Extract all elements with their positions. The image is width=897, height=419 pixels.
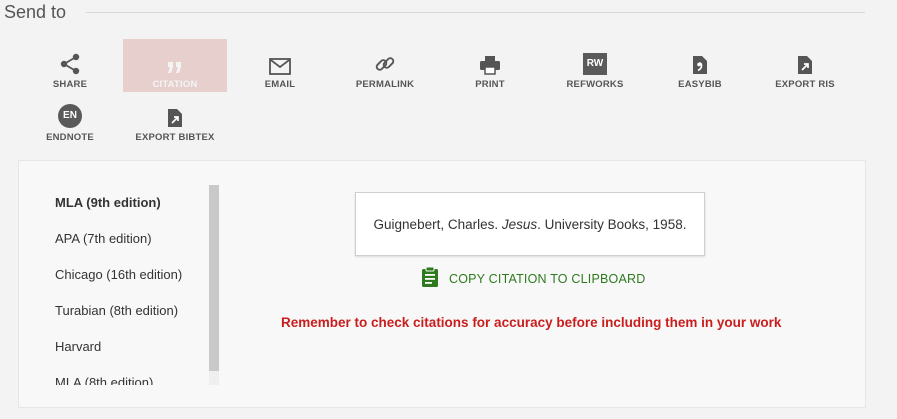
style-item-harvard[interactable]: Harvard (55, 339, 101, 354)
envelope-icon (269, 47, 291, 75)
refworks-label: REFWORKS (566, 79, 624, 90)
share-icon (59, 47, 81, 75)
email-button[interactable]: EMAIL (228, 39, 332, 92)
citation-text: Guignebert, Charles. Jesus. University B… (374, 217, 687, 232)
printer-icon (479, 47, 501, 75)
refworks-button[interactable]: RW REFWORKS (543, 39, 647, 92)
permalink-label: PERMALINK (355, 79, 415, 90)
link-icon (374, 47, 396, 75)
print-label: PRINT (475, 79, 505, 90)
citation-text-box: Guignebert, Charles. Jesus. University B… (355, 192, 705, 256)
style-item-mla-8[interactable]: MLA (8th edition) (55, 375, 153, 385)
scrollbar-thumb[interactable] (209, 185, 219, 371)
style-list-scrollbar[interactable] (209, 185, 219, 385)
export-bibtex-label: EXPORT BIBTEX (135, 132, 215, 143)
endnote-icon: EN (58, 100, 82, 128)
clipboard-icon (421, 266, 439, 293)
citation-author: Guignebert, Charles. (373, 216, 502, 232)
citation-label: CITATION (152, 79, 198, 90)
citation-publisher: . University Books, 1958. (537, 216, 687, 232)
share-label: SHARE (52, 79, 88, 90)
quote-icon (166, 47, 184, 75)
style-item-apa-7[interactable]: APA (7th edition) (55, 231, 152, 246)
style-item-chicago-16[interactable]: Chicago (16th edition) (55, 267, 182, 282)
refworks-badge: RW (583, 53, 607, 75)
endnote-badge: EN (58, 104, 82, 128)
style-item-turabian-8[interactable]: Turabian (8th edition) (55, 303, 178, 318)
citation-button[interactable]: CITATION (123, 39, 227, 92)
export-bibtex-button[interactable]: EXPORT BIBTEX (123, 92, 227, 145)
export-ris-label: EXPORT RIS (775, 79, 835, 90)
accuracy-warning: Remember to check citations for accuracy… (281, 315, 782, 330)
refworks-icon: RW (583, 47, 607, 75)
email-label: EMAIL (264, 79, 296, 90)
endnote-label: ENDNOTE (46, 132, 94, 143)
style-item-mla-9[interactable]: MLA (9th edition) (55, 195, 161, 210)
easybib-button[interactable]: EASYBIB (648, 39, 752, 92)
export-file-icon (167, 100, 183, 128)
copy-citation-button[interactable]: COPY CITATION TO CLIPBOARD (421, 266, 646, 293)
print-button[interactable]: PRINT (438, 39, 542, 92)
citation-title: Jesus (501, 216, 538, 232)
export-file-icon (797, 47, 813, 75)
easybib-icon (692, 47, 708, 75)
easybib-label: EASYBIB (678, 79, 722, 90)
citation-panel: MLA (9th edition) APA (7th edition) Chic… (18, 160, 866, 408)
citation-style-list: MLA (9th edition) APA (7th edition) Chic… (55, 185, 215, 385)
export-ris-button[interactable]: EXPORT RIS (753, 39, 857, 92)
permalink-button[interactable]: PERMALINK (333, 39, 437, 92)
send-to-actions: SHARE CITATION EMAIL PERMALINK PRINT RW … (0, 0, 897, 150)
share-button[interactable]: SHARE (18, 39, 122, 92)
endnote-button[interactable]: EN ENDNOTE (18, 92, 122, 145)
copy-citation-label: COPY CITATION TO CLIPBOARD (449, 272, 646, 286)
